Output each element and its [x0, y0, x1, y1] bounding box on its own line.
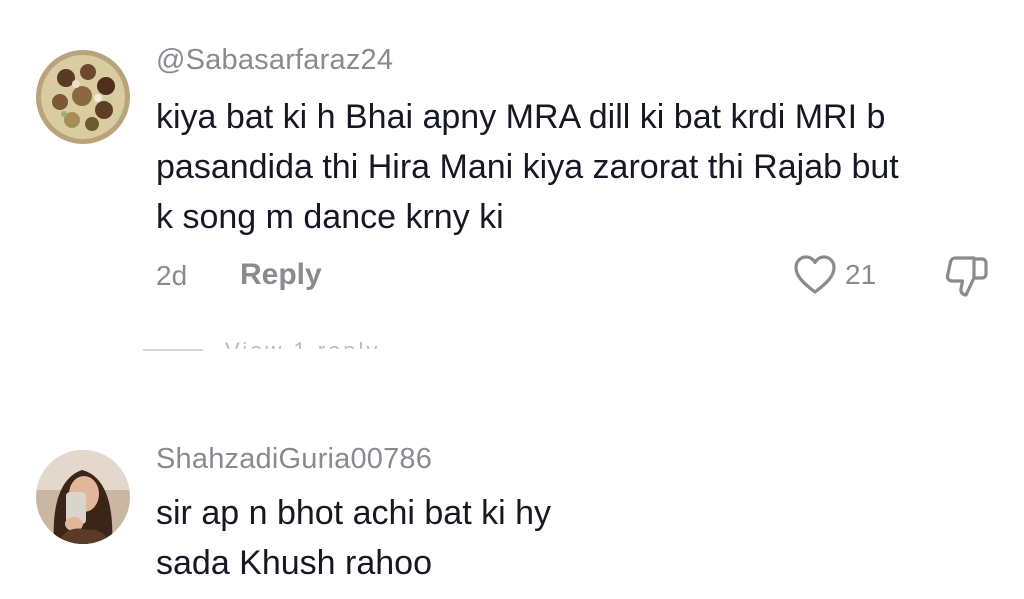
- like-count: 21: [845, 259, 877, 290]
- reply-button[interactable]: Reply: [240, 258, 322, 292]
- comment-text: kiya bat ki h Bhai apny MRA dill ki bat …: [156, 98, 899, 236]
- comment-text: sir ap n bhot achi bat ki hy sada Khush …: [156, 494, 552, 582]
- avatar[interactable]: [36, 450, 130, 544]
- username[interactable]: @Sabasarfaraz24: [156, 44, 393, 77]
- thumbs-down-outline-icon: [945, 256, 988, 297]
- view-replies-divider: [143, 349, 203, 351]
- view-replies-button[interactable]: View 1 reply: [143, 338, 380, 362]
- dislike-button[interactable]: [944, 252, 990, 305]
- like-button[interactable]: 21: [793, 254, 876, 296]
- comment-age: 2d: [156, 260, 188, 291]
- view-replies-label: View 1 reply: [225, 338, 381, 363]
- heart-outline-icon: [794, 255, 836, 294]
- avatar-image: [36, 450, 130, 544]
- avatar-image: [36, 50, 130, 144]
- username[interactable]: ShahzadiGuria00786: [156, 443, 432, 476]
- avatar[interactable]: [36, 50, 130, 144]
